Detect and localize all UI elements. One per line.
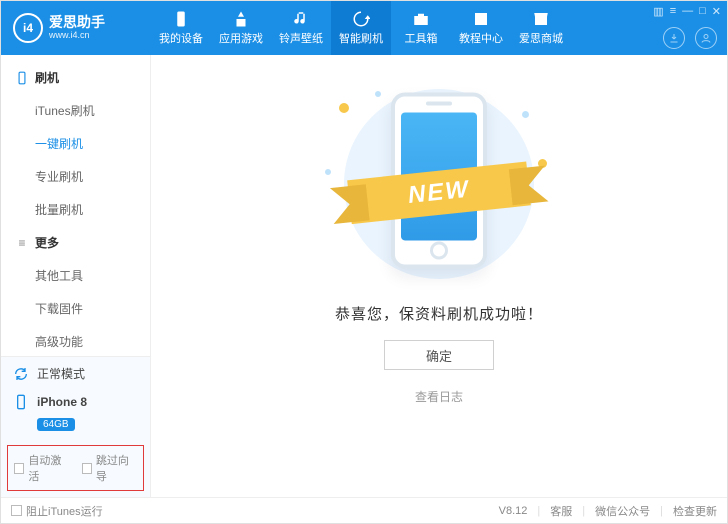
sidebar-head-flash: 刷机 xyxy=(1,61,150,94)
check-auto-activate[interactable]: 自动激活 xyxy=(14,452,70,484)
app-window: i4 爱思助手 www.i4.cn 我的设备 应用游戏 铃声壁纸 智能刷机 工具… xyxy=(0,0,728,524)
brand: i4 爱思助手 www.i4.cn xyxy=(1,13,151,43)
success-message: 恭喜您，保资料刷机成功啦！ xyxy=(335,303,543,324)
sidebar-head-more: ≡ 更多 xyxy=(1,226,150,259)
device-model-row[interactable]: iPhone 8 64GB xyxy=(1,390,150,439)
sidebar-item-onekey-flash[interactable]: 一键刷机 xyxy=(1,127,150,160)
check-block-itunes[interactable]: 阻止iTunes运行 xyxy=(11,503,103,519)
download-icon[interactable] xyxy=(663,27,685,49)
more-icon: ≡ xyxy=(15,236,29,250)
nav-apps[interactable]: 应用游戏 xyxy=(211,1,271,55)
sidebar: 刷机 iTunes刷机 一键刷机 专业刷机 批量刷机 ≡ 更多 其他工具 下载固… xyxy=(1,55,151,497)
nav-store[interactable]: 爱思商城 xyxy=(511,1,571,55)
view-log-link[interactable]: 查看日志 xyxy=(415,388,463,405)
check-skip-wizard[interactable]: 跳过向导 xyxy=(82,452,138,484)
footer: 阻止iTunes运行 V8.12 | 客服 | 微信公众号 | 检查更新 xyxy=(1,497,727,523)
header-right-icons xyxy=(663,27,717,49)
menu-icon[interactable]: ≡ xyxy=(670,5,676,18)
top-nav: 我的设备 应用游戏 铃声壁纸 智能刷机 工具箱 教程中心 爱思商城 xyxy=(151,1,571,55)
sidebar-item-pro-flash[interactable]: 专业刷机 xyxy=(1,160,150,193)
nav-flash[interactable]: 智能刷机 xyxy=(331,1,391,55)
minimize-icon[interactable]: ― xyxy=(682,5,693,18)
sidebar-item-other-tools[interactable]: 其他工具 xyxy=(1,259,150,292)
user-icon[interactable] xyxy=(695,27,717,49)
window-controls: ▥ ≡ ― □ ✕ xyxy=(653,5,721,18)
main-content: NEW 恭喜您，保资料刷机成功啦！ 确定 查看日志 xyxy=(151,55,727,497)
highlight-checks: 自动激活 跳过向导 xyxy=(7,445,144,491)
sidebar-item-itunes-flash[interactable]: iTunes刷机 xyxy=(1,94,150,127)
phone-icon xyxy=(15,71,29,85)
brand-logo-icon: i4 xyxy=(13,13,43,43)
phone-small-icon xyxy=(13,394,29,410)
device-mode-row[interactable]: 正常模式 xyxy=(1,357,150,390)
body: 刷机 iTunes刷机 一键刷机 专业刷机 批量刷机 ≡ 更多 其他工具 下载固… xyxy=(1,55,727,497)
device-mode-label: 正常模式 xyxy=(37,365,138,382)
maximize-icon[interactable]: □ xyxy=(699,5,706,18)
nav-toolbox[interactable]: 工具箱 xyxy=(391,1,451,55)
version-label: V8.12 xyxy=(499,505,528,517)
footer-update[interactable]: 检查更新 xyxy=(673,503,717,519)
close-icon[interactable]: ✕ xyxy=(712,5,721,18)
sidebar-item-batch-flash[interactable]: 批量刷机 xyxy=(1,193,150,226)
header: i4 爱思助手 www.i4.cn 我的设备 应用游戏 铃声壁纸 智能刷机 工具… xyxy=(1,1,727,55)
footer-wechat[interactable]: 微信公众号 xyxy=(595,503,650,519)
sidebar-item-advanced[interactable]: 高级功能 xyxy=(1,325,150,356)
sidebar-item-download-fw[interactable]: 下载固件 xyxy=(1,292,150,325)
ok-button[interactable]: 确定 xyxy=(384,340,494,370)
tshirt-icon[interactable]: ▥ xyxy=(653,5,663,18)
device-panel: 正常模式 iPhone 8 64GB 自动激活 跳过向导 xyxy=(1,356,150,497)
refresh-icon xyxy=(13,366,29,382)
storage-badge: 64GB xyxy=(37,418,75,431)
nav-ringtone[interactable]: 铃声壁纸 xyxy=(271,1,331,55)
footer-service[interactable]: 客服 xyxy=(550,503,572,519)
brand-title: 爱思助手 xyxy=(49,15,105,30)
success-illustration: NEW xyxy=(319,89,559,279)
nav-my-device[interactable]: 我的设备 xyxy=(151,1,211,55)
device-model-label: iPhone 8 xyxy=(37,395,138,409)
nav-tutorial[interactable]: 教程中心 xyxy=(451,1,511,55)
brand-subtitle: www.i4.cn xyxy=(49,31,105,41)
